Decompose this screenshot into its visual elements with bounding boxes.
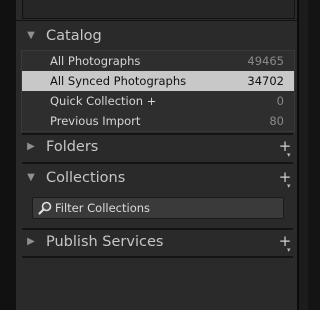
triangle-down-icon[interactable]: ▼ <box>24 24 38 48</box>
catalog-item-count: 80 <box>269 114 284 128</box>
add-folder-button[interactable]: + ▾ <box>276 135 294 159</box>
catalog-item-label: Previous Import <box>50 114 141 128</box>
panel-scrollbar[interactable] <box>297 0 308 310</box>
catalog-item-label: Quick Collection + <box>50 94 157 108</box>
catalog-item-previous-import[interactable]: Previous Import 80 <box>22 111 294 131</box>
top-panel-box <box>22 0 295 19</box>
catalog-title: Catalog <box>46 28 102 44</box>
filter-collections-input[interactable] <box>55 198 275 218</box>
catalog-item-count: 49465 <box>247 54 284 68</box>
add-publish-service-button[interactable]: + ▾ <box>276 230 294 254</box>
collections-header[interactable]: ▼ Collections + ▾ <box>16 166 297 190</box>
chevron-down-icon: ▾ <box>287 246 291 254</box>
folders-header[interactable]: ▶ Folders + ▾ <box>16 135 297 159</box>
search-icon <box>38 201 52 215</box>
filter-collections-search[interactable] <box>32 197 284 219</box>
panel-edge <box>297 0 299 310</box>
catalog-item-all-photographs[interactable]: All Photographs 49465 <box>22 51 294 71</box>
chevron-down-icon: ▾ <box>287 182 291 190</box>
catalog-item-count: 0 <box>276 94 284 108</box>
add-collection-button[interactable]: + ▾ <box>276 166 294 190</box>
catalog-item-count: 34702 <box>247 74 284 88</box>
catalog-header[interactable]: ▼ Catalog <box>16 24 297 48</box>
catalog-item-quick-collection[interactable]: Quick Collection + 0 <box>22 91 294 111</box>
catalog-item-all-synced-photographs[interactable]: All Synced Photographs 34702 <box>22 71 294 91</box>
left-panel: ▼ Catalog All Photographs 49465 All Sync… <box>16 0 297 310</box>
collections-title: Collections <box>46 170 126 186</box>
section-divider <box>22 256 293 258</box>
triangle-right-icon[interactable]: ▶ <box>24 135 38 159</box>
triangle-right-icon[interactable]: ▶ <box>24 230 38 254</box>
top-panel-remnant <box>16 0 297 21</box>
left-gutter <box>0 0 16 310</box>
folders-title: Folders <box>46 139 99 155</box>
publish-services-header[interactable]: ▶ Publish Services + ▾ <box>16 230 297 254</box>
catalog-item-label: All Photographs <box>50 54 141 68</box>
section-divider <box>22 162 293 164</box>
catalog-item-label: All Synced Photographs <box>50 74 187 88</box>
triangle-down-icon[interactable]: ▼ <box>24 166 38 190</box>
publish-services-title: Publish Services <box>46 234 164 250</box>
catalog-list: All Photographs 49465 All Synced Photogr… <box>21 50 295 132</box>
